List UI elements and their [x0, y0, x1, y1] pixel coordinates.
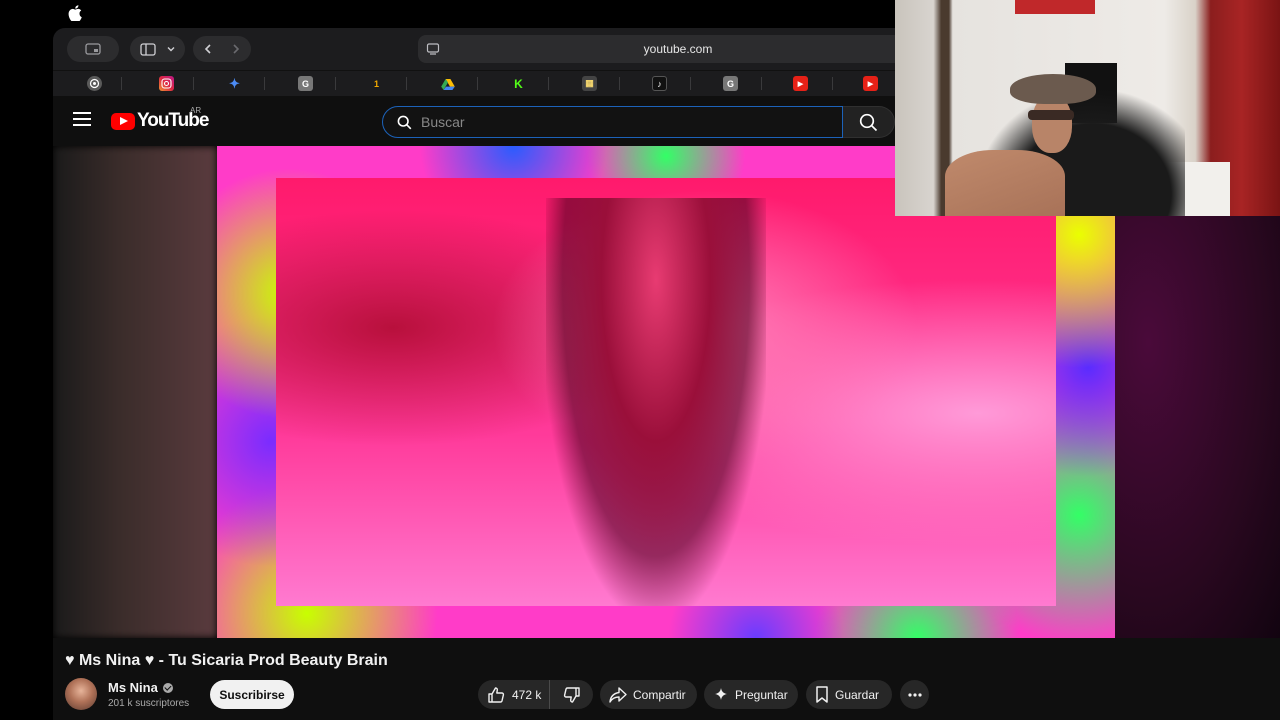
webcam-person-hat — [1010, 74, 1096, 104]
ambient-glow-right — [1115, 146, 1280, 638]
video-info: ♥ Ms Nina ♥ - Tu Sicaria Prod Beauty Bra… — [53, 638, 1280, 720]
bookmark-icon — [816, 686, 828, 703]
sparkle-icon — [715, 687, 727, 700]
favorite-kick-icon[interactable]: K — [511, 76, 526, 91]
search-icon — [397, 115, 412, 130]
favorite-gemini-icon[interactable]: ✦ — [227, 76, 242, 91]
more-actions-button[interactable] — [900, 680, 929, 709]
like-count: 472 k — [512, 687, 542, 702]
more-horizontal-icon — [907, 692, 922, 697]
thumbs-up-icon — [488, 686, 505, 703]
apple-logo-icon[interactable] — [68, 5, 82, 21]
favorite-app-1-icon[interactable]: 1 — [369, 76, 384, 91]
favorite-app-grid-icon[interactable]: ▦ — [582, 76, 597, 91]
webcam-ceiling-light — [1015, 0, 1095, 14]
share-button[interactable]: Compartir — [600, 680, 697, 709]
ask-button[interactable]: Preguntar — [704, 680, 798, 709]
share-arrow-icon — [609, 686, 627, 703]
chevron-down-icon — [167, 47, 174, 52]
forward-chevron-icon[interactable] — [230, 43, 242, 55]
save-label: Guardar — [835, 687, 880, 702]
ask-label: Preguntar — [735, 687, 788, 702]
search-icon — [859, 113, 878, 131]
channel-avatar[interactable] — [65, 678, 97, 710]
channel-name[interactable]: Ms Nina — [108, 680, 158, 695]
navigation-buttons — [193, 36, 251, 62]
favorites-separator — [193, 77, 194, 90]
favorites-separator — [477, 77, 478, 90]
favorites-separator — [335, 77, 336, 90]
video-player[interactable] — [217, 146, 1115, 638]
save-button[interactable]: Guardar — [806, 680, 892, 709]
search-box — [382, 106, 843, 138]
webcam-person-arm — [945, 150, 1065, 216]
webcam-person-glasses — [1028, 110, 1074, 120]
favorite-youtube-2-icon[interactable]: ▶ — [863, 76, 878, 91]
tab-overview-icon — [85, 43, 101, 55]
url-text: youtube.com — [643, 42, 713, 56]
drive-icon — [440, 78, 455, 90]
verified-check-icon — [162, 682, 173, 693]
webcam-overlay — [895, 0, 1280, 216]
tab-overview-button[interactable] — [67, 36, 119, 62]
thumbs-down-icon — [563, 686, 580, 703]
hamburger-menu-icon[interactable] — [73, 112, 91, 126]
favorites-separator — [832, 77, 833, 90]
favorite-tiktok-icon[interactable]: ♪ — [652, 76, 667, 91]
like-dislike-group: 472 k — [478, 680, 593, 709]
favorite-google-2-icon[interactable]: G — [723, 76, 738, 91]
video-frame — [276, 178, 1056, 606]
dislike-button[interactable] — [550, 680, 593, 709]
share-label: Compartir — [633, 687, 686, 702]
favorite-youtube-icon[interactable]: ▶ — [793, 76, 808, 91]
video-subject — [546, 198, 766, 606]
video-title: ♥ Ms Nina ♥ - Tu Sicaria Prod Beauty Bra… — [65, 652, 388, 669]
favorites-separator — [264, 77, 265, 90]
youtube-play-icon — [111, 112, 135, 130]
search-input[interactable] — [421, 107, 821, 137]
region-code: AR — [190, 106, 202, 115]
sidebar-toggle-button[interactable] — [130, 36, 185, 62]
favorite-drive-icon[interactable] — [440, 76, 455, 91]
subscriber-count: 201 k suscriptores — [108, 698, 190, 709]
sidebar-icon — [139, 42, 156, 56]
favorites-separator — [406, 77, 407, 90]
favorite-instagram-icon[interactable] — [159, 76, 174, 91]
favorites-separator — [619, 77, 620, 90]
ambient-glow-left — [53, 146, 217, 638]
favorite-google-icon[interactable]: G — [298, 76, 313, 91]
screen: youtube.com ✦ G 1 K ▦ ♪ G ▶ ▶ YouTube AR… — [0, 0, 1280, 720]
favorites-separator — [761, 77, 762, 90]
favorites-separator — [690, 77, 691, 90]
favorites-separator — [548, 77, 549, 90]
back-chevron-icon[interactable] — [202, 43, 214, 55]
instagram-icon — [161, 78, 172, 89]
favorites-separator — [121, 77, 122, 90]
address-bar[interactable]: youtube.com — [418, 35, 938, 63]
channel-name-row[interactable]: Ms Nina — [108, 680, 173, 695]
like-button[interactable]: 472 k — [478, 680, 550, 709]
search-button[interactable] — [843, 106, 895, 138]
favorite-chatgpt-icon[interactable] — [87, 76, 102, 91]
chatgpt-icon — [89, 78, 100, 89]
video-player-area — [53, 146, 1280, 638]
page-menu-icon[interactable] — [426, 42, 440, 56]
subscribe-button[interactable]: Suscribirse — [210, 680, 294, 709]
